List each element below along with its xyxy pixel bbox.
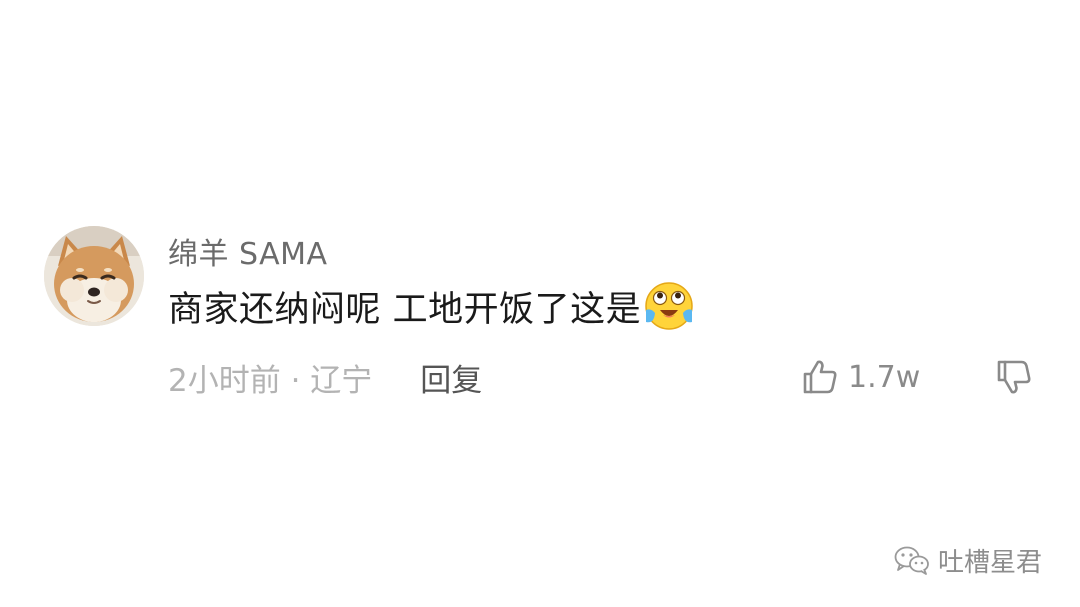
- wechat-icon: [894, 546, 929, 575]
- comment-meta: 2小时前 · 辽宁 回复: [168, 355, 482, 399]
- comment-text: 商家还纳闷呢 工地开饭了这是: [168, 289, 642, 330]
- watermark: 吐槽星君: [894, 540, 1042, 580]
- like-count: 1.7w: [848, 359, 921, 395]
- tears-of-joy-emoji-icon: [645, 282, 693, 330]
- reply-button[interactable]: 回复: [420, 355, 482, 400]
- comment-body: 商家还纳闷呢 工地开饭了这是: [168, 281, 695, 331]
- watermark-text: 吐槽星君: [937, 547, 1042, 578]
- comment-screen: 绵羊 SAMA 商家还纳闷呢 工地开饭了这是 2小时前 · 辽宁 回复 1.7w: [0, 0, 1080, 607]
- time-location: 2小时前 · 辽宁: [168, 362, 373, 399]
- dislike-button[interactable]: [992, 355, 1036, 399]
- shiba-dog-avatar-icon: [44, 226, 144, 326]
- thumbs-up-icon: [803, 360, 837, 394]
- thumbs-down-icon: [997, 360, 1031, 394]
- username[interactable]: 绵羊 SAMA: [168, 229, 328, 273]
- user-avatar[interactable]: [44, 226, 144, 326]
- like-button[interactable]: 1.7w: [800, 355, 920, 399]
